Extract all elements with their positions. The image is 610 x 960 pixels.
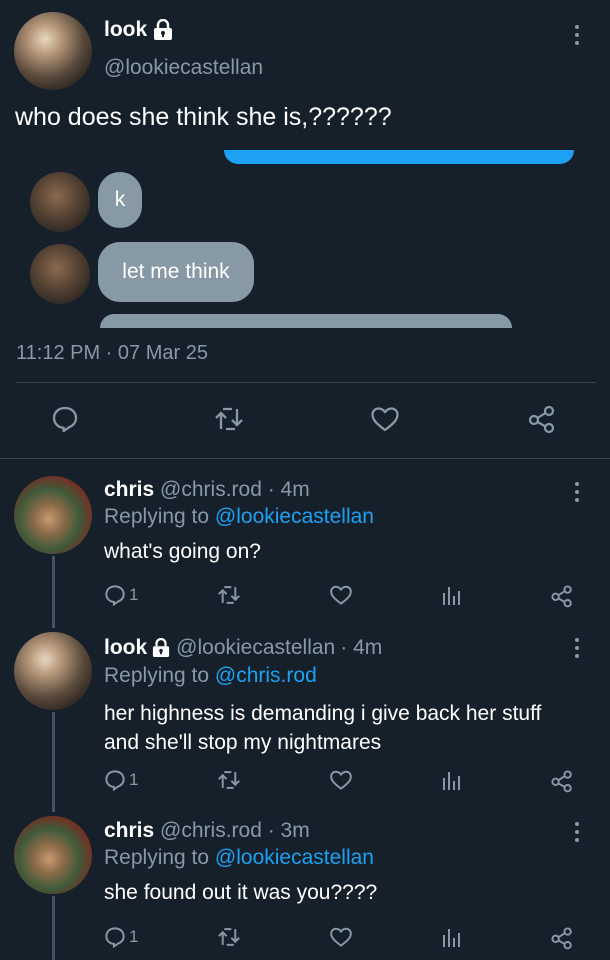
retweet-icon[interactable] — [217, 584, 241, 606]
message-bubble: let me think — [98, 242, 254, 302]
replying-to-link[interactable]: @lookiecastellan — [215, 505, 374, 528]
avatar[interactable] — [14, 816, 92, 894]
message-bar-blue — [224, 150, 574, 164]
more-options-icon[interactable] — [574, 482, 580, 506]
divider — [0, 458, 610, 459]
reply-count: 1 — [129, 770, 139, 789]
reply-action-bar: 1 — [104, 584, 580, 608]
author-name[interactable]: chris — [104, 819, 154, 842]
reply-count: 1 — [129, 927, 139, 946]
replying-to-link[interactable]: @chris.rod — [215, 664, 317, 687]
analytics-icon[interactable] — [441, 770, 461, 792]
analytics-icon[interactable] — [441, 927, 461, 949]
share-icon[interactable] — [527, 404, 557, 434]
reply-icon[interactable]: 1 — [104, 769, 138, 791]
reply-header: chris @chris.rod · 4m — [104, 478, 310, 502]
reply-time: · 4m — [340, 636, 383, 659]
reply-text-line: and she'll stop my nightmares — [104, 731, 382, 754]
like-icon[interactable] — [329, 926, 353, 948]
replying-to: Replying to @lookiecastellan — [104, 846, 374, 870]
thread-line — [52, 712, 55, 812]
author-handle[interactable]: @chris.rod — [160, 478, 262, 501]
author-name[interactable]: chris — [104, 478, 154, 501]
reply-text: she found out it was you???? — [104, 881, 378, 904]
reply-action-bar: 1 — [104, 926, 580, 950]
author-row: look — [104, 18, 173, 42]
more-options-icon[interactable] — [574, 25, 580, 49]
share-icon[interactable] — [550, 769, 574, 793]
reply-text: her highness is demanding i give back he… — [104, 699, 541, 757]
reply-count: 1 — [129, 585, 139, 604]
reply-icon[interactable]: 1 — [104, 926, 138, 948]
more-options-icon[interactable] — [574, 822, 580, 846]
reply-icon[interactable]: 1 — [104, 584, 138, 606]
replying-to-label: Replying to — [104, 846, 210, 869]
avatar — [30, 172, 90, 232]
retweet-icon[interactable] — [214, 405, 244, 433]
share-icon[interactable] — [550, 926, 574, 950]
like-icon[interactable] — [329, 769, 353, 791]
share-icon[interactable] — [550, 584, 574, 608]
reply-text: what's going on? — [104, 540, 261, 563]
replying-to-label: Replying to — [104, 664, 210, 687]
reply-action-bar: 1 — [104, 769, 580, 793]
replying-to: Replying to @chris.rod — [104, 664, 317, 688]
reply-time: · 3m — [267, 819, 310, 842]
reply-text-line: her highness is demanding i give back he… — [104, 702, 542, 725]
replying-to-label: Replying to — [104, 505, 210, 528]
reply-header: chris @chris.rod · 3m — [104, 819, 310, 843]
replying-to: Replying to @lookiecastellan — [104, 505, 374, 529]
thread-line — [52, 896, 55, 960]
reply-time: · 4m — [267, 478, 310, 501]
retweet-icon[interactable] — [217, 769, 241, 791]
more-options-icon[interactable] — [574, 638, 580, 662]
author-name[interactable]: look — [104, 18, 147, 42]
lock-icon — [153, 19, 173, 41]
avatar[interactable] — [14, 632, 92, 710]
avatar — [30, 244, 90, 304]
avatar[interactable] — [14, 12, 92, 90]
tweet-text: who does she think she is,?????? — [15, 103, 392, 131]
analytics-icon[interactable] — [441, 585, 461, 607]
divider — [16, 382, 596, 383]
author-handle[interactable]: @lookiecastellan — [104, 56, 263, 80]
retweet-icon[interactable] — [217, 926, 241, 948]
like-icon[interactable] — [329, 584, 353, 606]
author-name[interactable]: look — [104, 636, 147, 660]
message-bubble: k — [98, 172, 142, 228]
replying-to-link[interactable]: @lookiecastellan — [215, 846, 374, 869]
lock-icon — [152, 638, 170, 658]
like-icon[interactable] — [370, 405, 400, 433]
message-bar-gray — [100, 314, 512, 328]
timestamp[interactable]: 11:12 PM · 07 Mar 25 — [16, 342, 208, 365]
reply-header: look @lookiecastellan · 4m — [104, 636, 382, 660]
author-handle[interactable]: @lookiecastellan — [176, 636, 335, 660]
avatar[interactable] — [14, 476, 92, 554]
reply-icon[interactable] — [51, 405, 79, 433]
thread-line — [52, 556, 55, 628]
author-handle[interactable]: @chris.rod — [160, 819, 262, 842]
